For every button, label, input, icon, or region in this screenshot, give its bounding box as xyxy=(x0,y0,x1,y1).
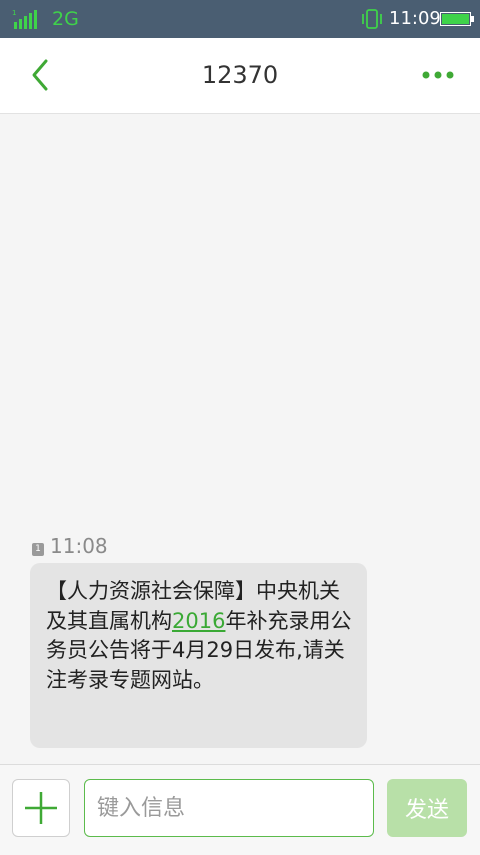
add-attachment-button[interactable] xyxy=(12,779,70,837)
send-button[interactable]: 发送 xyxy=(387,779,467,837)
status-time: 11:09 xyxy=(389,8,441,29)
app-header: 12370 xyxy=(0,38,480,114)
more-options-button[interactable] xyxy=(414,60,462,90)
composer-bar: 发送 xyxy=(0,764,480,855)
message-link[interactable]: 2016 xyxy=(172,609,225,633)
plus-icon xyxy=(25,792,57,824)
more-dots-icon xyxy=(422,71,454,79)
svg-text:1: 1 xyxy=(12,9,16,17)
conversation-title: 12370 xyxy=(201,61,279,89)
battery-icon xyxy=(440,12,474,26)
message-time: 11:08 xyxy=(50,534,108,558)
status-bar: 1 2G 11:09 xyxy=(0,0,480,38)
message-input[interactable] xyxy=(84,779,374,837)
network-type: 2G xyxy=(52,8,79,30)
sim-card-icon: 1 xyxy=(32,543,44,556)
conversation-area[interactable]: 1 11:08 【人力资源社会保障】中央机关及其直属机构2016年补充录用公务员公… xyxy=(0,114,480,764)
signal-bars-icon: 1 xyxy=(12,9,37,29)
message-timestamp: 1 11:08 xyxy=(32,534,108,558)
message-bubble[interactable]: 【人力资源社会保障】中央机关及其直属机构2016年补充录用公务员公告将于4月29… xyxy=(30,563,367,748)
vibrate-icon xyxy=(362,9,382,29)
